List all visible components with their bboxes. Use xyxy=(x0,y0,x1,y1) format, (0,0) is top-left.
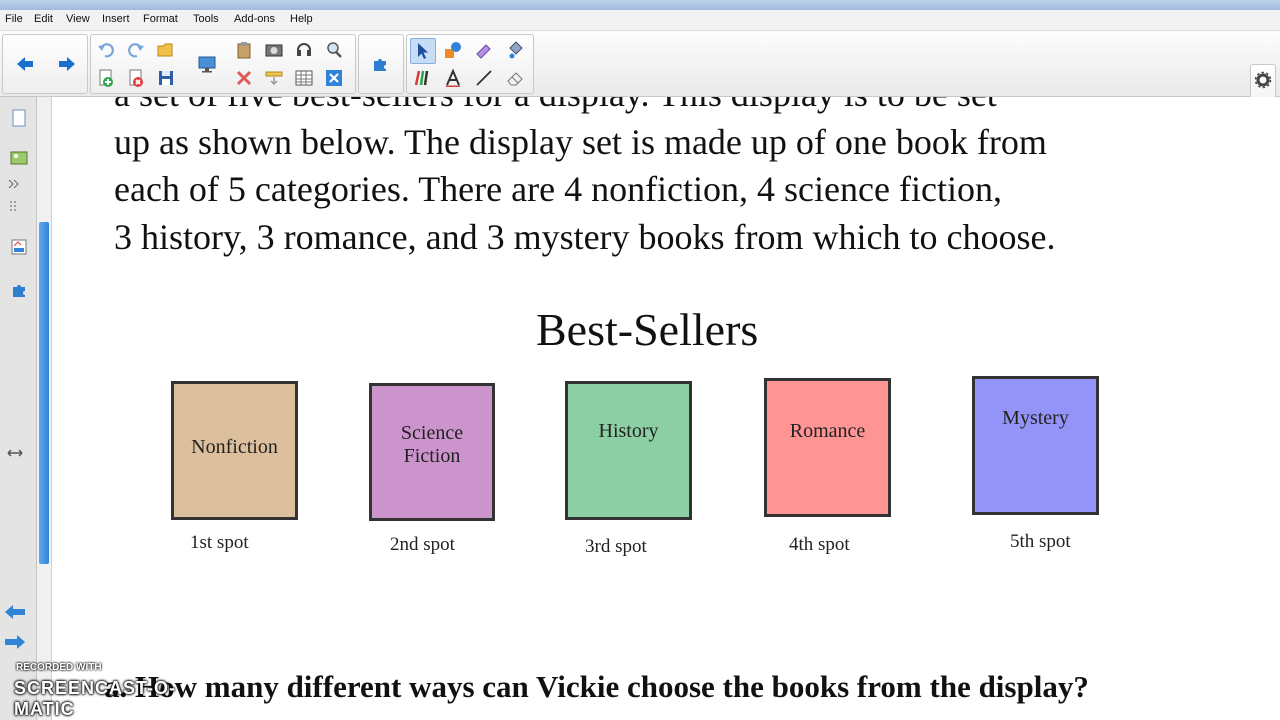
spot-label-2: 2nd spot xyxy=(390,534,455,555)
add-ons-group xyxy=(358,34,404,94)
page-right-icon[interactable] xyxy=(2,629,28,655)
forward-arrow-icon[interactable] xyxy=(55,52,79,76)
window-titlebar xyxy=(0,0,1280,10)
display-heading: Best-Sellers xyxy=(536,304,759,355)
paragraph-line: each of 5 categories. There are 4 nonfic… xyxy=(114,169,1002,209)
select-icon[interactable] xyxy=(410,38,436,64)
show-hide-icon[interactable] xyxy=(262,66,286,90)
properties-icon[interactable] xyxy=(6,234,32,260)
book-nonfiction: Nonfiction xyxy=(171,381,298,520)
gear-icon[interactable] xyxy=(1251,68,1275,92)
paragraph-line: 3 history, 3 romance, and 3 mystery book… xyxy=(114,216,1056,257)
record-icon[interactable] xyxy=(292,38,316,62)
shapes-icon[interactable] xyxy=(441,38,465,62)
menu-tools[interactable]: Tools xyxy=(193,13,219,25)
menu-view[interactable]: View xyxy=(66,13,90,25)
menu-file[interactable]: File xyxy=(5,13,23,25)
question-text: a. How many different ways can Vickie ch… xyxy=(104,669,1089,704)
add-ons-icon[interactable] xyxy=(368,52,392,76)
nav-group xyxy=(2,34,88,94)
book-label: History xyxy=(598,420,659,442)
paragraph-line: a set of five best-sellers for a display… xyxy=(114,97,1274,119)
line-icon[interactable] xyxy=(472,66,496,90)
book-romance: Romance xyxy=(764,378,891,517)
spot-label-4: 4th spot xyxy=(789,534,850,555)
book-label: Romance xyxy=(789,420,866,442)
edit-group xyxy=(90,34,356,94)
book-label: Nonfiction xyxy=(191,436,278,458)
magnify-icon[interactable] xyxy=(322,38,346,62)
watermark-line-1: RECORDED WITH xyxy=(16,662,102,673)
open-file-icon[interactable] xyxy=(154,38,178,62)
back-arrow-icon[interactable] xyxy=(13,52,37,76)
redo-icon[interactable] xyxy=(124,38,148,62)
menu-bar: File Edit View Insert Format Tools Add-o… xyxy=(0,10,1280,31)
recording-watermark: RECORDED WITH SCREENCAST-O-MATIC xyxy=(10,660,220,719)
scrollbar-thumb[interactable] xyxy=(39,222,49,564)
add-ons-side-icon[interactable] xyxy=(6,277,32,303)
paste-icon[interactable] xyxy=(232,38,256,62)
spot-label-1: 1st spot xyxy=(190,532,249,553)
spot-label-5: 5th spot xyxy=(1010,531,1071,552)
eraser-icon[interactable] xyxy=(503,66,527,90)
delete-icon[interactable] xyxy=(232,66,256,90)
page-sorter-icon[interactable] xyxy=(6,105,32,131)
book-science-fiction: Science Fiction xyxy=(369,383,495,521)
menu-format[interactable]: Format xyxy=(143,13,178,25)
toolbar xyxy=(0,31,1280,124)
menu-edit[interactable]: Edit xyxy=(34,13,53,25)
magic-pen-icon[interactable] xyxy=(472,38,496,62)
problem-paragraph: a set of five best-sellers for a display… xyxy=(114,97,1274,261)
book-label: Science Fiction xyxy=(400,422,464,467)
gallery-icon[interactable] xyxy=(6,145,32,171)
fill-icon[interactable] xyxy=(503,38,527,62)
book-label: Mystery xyxy=(1002,407,1069,429)
add-page-icon[interactable] xyxy=(94,66,118,90)
resize-horizontal-icon[interactable] xyxy=(2,440,28,466)
table-icon[interactable] xyxy=(292,66,316,90)
paragraph-line: up as shown below. The display set is ma… xyxy=(114,121,1047,162)
pen-icon[interactable] xyxy=(410,66,434,90)
book-mystery: Mystery xyxy=(972,376,1099,515)
watermark-line-2: SCREENCAST-O-MATIC xyxy=(14,678,177,719)
delete-page-icon[interactable] xyxy=(124,66,148,90)
close-box-icon[interactable] xyxy=(322,66,346,90)
side-panel xyxy=(0,97,37,720)
text-icon[interactable] xyxy=(441,66,465,90)
tools-group xyxy=(406,34,534,94)
grip-icon[interactable] xyxy=(2,193,28,219)
book-history: History xyxy=(565,381,692,520)
page-left-icon[interactable] xyxy=(2,599,28,625)
menu-insert[interactable]: Insert xyxy=(102,13,130,25)
menu-add-ons[interactable]: Add-ons xyxy=(234,13,275,25)
undo-icon[interactable] xyxy=(94,38,118,62)
screen-shade-icon[interactable] xyxy=(195,52,219,76)
capture-icon[interactable] xyxy=(262,38,286,62)
save-icon[interactable] xyxy=(154,66,178,90)
spot-label-3: 3rd spot xyxy=(585,536,647,557)
notebook-page[interactable]: a set of five best-sellers for a display… xyxy=(52,97,1280,720)
menu-help[interactable]: Help xyxy=(290,13,313,25)
